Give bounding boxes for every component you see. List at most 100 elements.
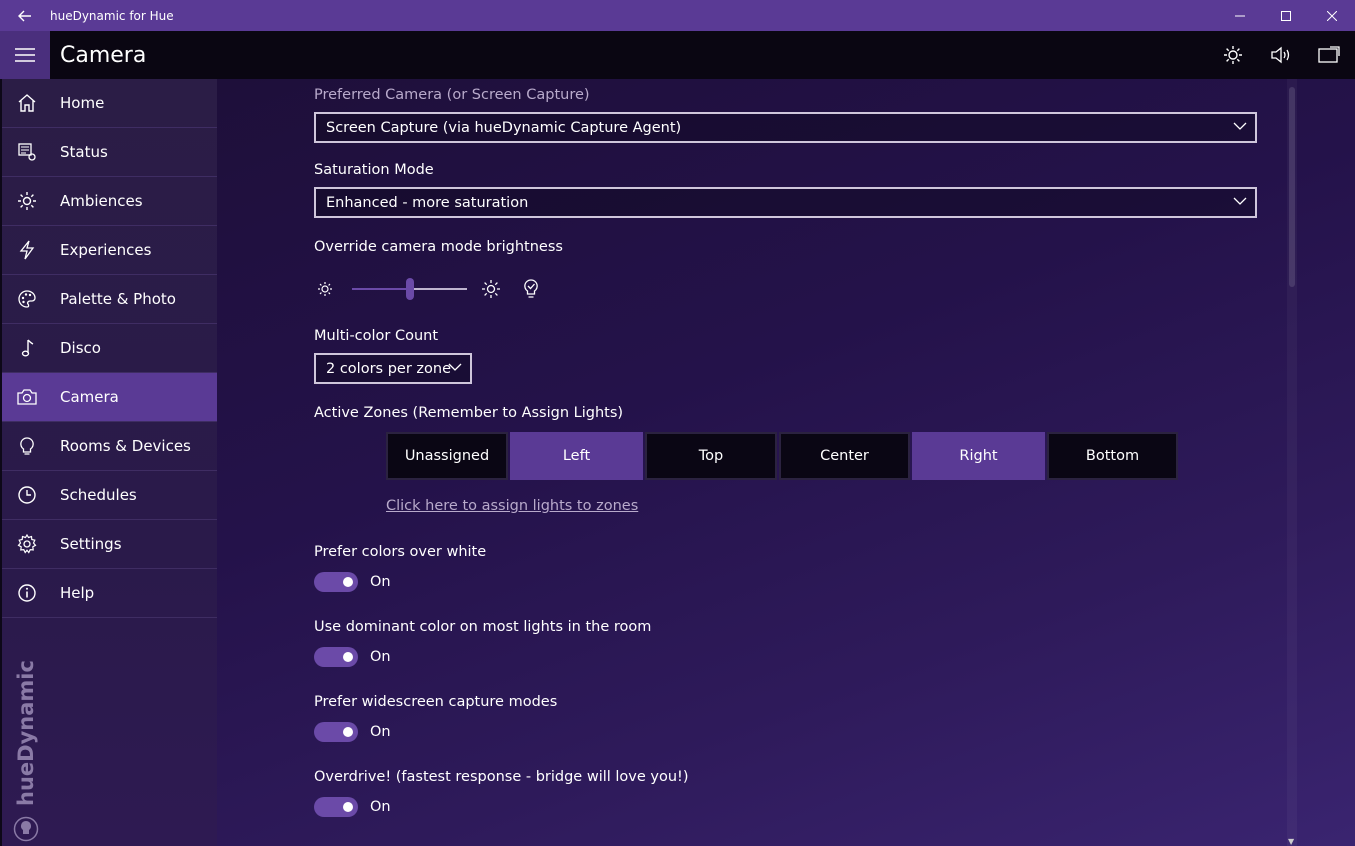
brightness-high-icon (482, 280, 500, 298)
preferred-camera-label: Preferred Camera (or Screen Capture) (314, 87, 590, 103)
camera-icon (17, 389, 37, 405)
cast-screen-icon (1318, 46, 1340, 63)
scrollbar-thumb[interactable] (1289, 87, 1295, 287)
audio-button[interactable] (1265, 39, 1297, 71)
sidebar-item-label: Disco (60, 339, 101, 357)
sidebar-item-home[interactable]: Home (2, 79, 217, 128)
maximize-icon (1281, 10, 1291, 21)
brightness-low-icon (318, 282, 332, 296)
overdrive-state: On (370, 799, 391, 815)
toggle-label-dominant-color: Use dominant color on most lights in the… (314, 619, 652, 635)
prefer-colors-toggle[interactable] (314, 572, 358, 592)
scroll-down-arrow-icon[interactable]: ▼ (1288, 837, 1294, 846)
dominant-color-state: On (370, 649, 391, 665)
sidebar-item-label: Status (60, 143, 108, 161)
chevron-down-icon (1233, 197, 1247, 205)
toggle-label-widescreen: Prefer widescreen capture modes (314, 694, 558, 710)
zone-bottom[interactable]: Bottom (1047, 432, 1178, 480)
zone-unassigned[interactable]: Unassigned (386, 432, 508, 480)
nav-sidebar: Home Status Ambiences Experiences Palett… (0, 79, 217, 846)
sidebar-item-label: Settings (60, 535, 122, 553)
zone-right[interactable]: Right (912, 432, 1045, 480)
chevron-down-icon (1233, 122, 1247, 130)
brand-logotype: hueDynamic (14, 660, 38, 806)
multicolor-count-label: Multi-color Count (314, 328, 439, 344)
toggle-label-overdrive: Overdrive! (fastest response - bridge wi… (314, 769, 689, 785)
maximize-button[interactable] (1263, 0, 1309, 31)
preferred-camera-value: Screen Capture (via hueDynamic Capture A… (326, 119, 682, 136)
brightness-slider-fill (352, 288, 410, 290)
multicolor-count-select[interactable]: 2 colors per zone (314, 353, 472, 384)
sidebar-item-disco[interactable]: Disco (2, 324, 217, 373)
widescreen-toggle[interactable] (314, 722, 358, 742)
page-title: Camera (60, 42, 147, 68)
vertical-scrollbar[interactable]: ▼ (1287, 79, 1297, 846)
minimize-icon (1235, 15, 1245, 16)
music-note-icon (21, 339, 34, 357)
hamburger-icon (15, 48, 35, 62)
sidebar-item-schedules[interactable]: Schedules (2, 471, 217, 520)
palette-icon (18, 290, 36, 308)
close-button[interactable] (1309, 0, 1355, 31)
clock-icon (18, 486, 36, 504)
sidebar-item-label: Help (60, 584, 95, 602)
close-icon (1327, 10, 1337, 21)
chevron-down-icon (448, 363, 462, 371)
saturation-mode-label: Saturation Mode (314, 162, 434, 178)
overdrive-toggle[interactable] (314, 797, 358, 817)
brightness-override-label: Override camera mode brightness (314, 239, 563, 255)
sidebar-item-label: Schedules (60, 486, 137, 504)
sidebar-item-settings[interactable]: Settings (2, 520, 217, 569)
sidebar-item-label: Rooms & Devices (60, 437, 191, 455)
home-icon (18, 94, 36, 112)
saturation-mode-select[interactable]: Enhanced - more saturation (314, 187, 1257, 218)
sidebar-item-help[interactable]: Help (2, 569, 217, 618)
zone-top[interactable]: Top (645, 432, 777, 480)
sidebar-item-rooms-devices[interactable]: Rooms & Devices (2, 422, 217, 471)
app-header: Camera (0, 31, 1355, 79)
zone-center[interactable]: Center (779, 432, 910, 480)
sidebar-item-label: Home (60, 94, 105, 112)
zone-left[interactable]: Left (510, 432, 643, 480)
back-button[interactable] (0, 0, 50, 31)
gear-icon (17, 534, 37, 554)
minimize-button[interactable] (1217, 0, 1263, 31)
bulb-icon (20, 437, 34, 455)
toggle-label-prefer-colors: Prefer colors over white (314, 544, 487, 560)
brightness-slider-thumb[interactable] (405, 278, 414, 300)
assign-lights-link[interactable]: Click here to assign lights to zones (386, 498, 638, 514)
sidebar-item-status[interactable]: Status (2, 128, 217, 177)
info-icon (18, 584, 36, 602)
back-arrow-icon (18, 10, 31, 21)
status-icon (18, 143, 36, 161)
title-bar: hueDynamic for Hue (0, 0, 1355, 31)
sidebar-item-experiences[interactable]: Experiences (2, 226, 217, 275)
sun-icon (18, 192, 36, 210)
window-title: hueDynamic for Hue (50, 8, 174, 23)
bulb-check-icon[interactable] (522, 278, 540, 300)
sidebar-item-camera[interactable]: Camera (2, 373, 217, 422)
camera-settings-panel: Preferred Camera (or Screen Capture) Scr… (217, 79, 1355, 846)
sidebar-item-label: Experiences (60, 241, 152, 259)
widescreen-state: On (370, 724, 391, 740)
brightness-slider-row (314, 274, 554, 304)
sidebar-item-label: Camera (60, 388, 119, 406)
active-zones-label: Active Zones (Remember to Assign Lights) (314, 405, 624, 421)
brightness-button[interactable] (1217, 39, 1249, 71)
active-zones-group: Unassigned Left Top Center Right Bottom (386, 432, 1178, 480)
multicolor-count-value: 2 colors per zone (326, 360, 451, 377)
sidebar-item-palette-photo[interactable]: Palette & Photo (2, 275, 217, 324)
cast-button[interactable] (1313, 39, 1345, 71)
sidebar-item-ambiences[interactable]: Ambiences (2, 177, 217, 226)
speaker-icon (1271, 46, 1290, 64)
preferred-camera-select[interactable]: Screen Capture (via hueDynamic Capture A… (314, 112, 1257, 143)
brightness-icon (1224, 46, 1242, 64)
dominant-color-toggle[interactable] (314, 647, 358, 667)
prefer-colors-state: On (370, 574, 391, 590)
saturation-mode-value: Enhanced - more saturation (326, 194, 529, 211)
hamburger-menu-button[interactable] (0, 31, 50, 79)
sidebar-item-label: Ambiences (60, 192, 143, 210)
lightning-icon (19, 240, 35, 260)
sidebar-item-label: Palette & Photo (60, 290, 176, 308)
brand-bulb-logo-icon (13, 816, 39, 842)
